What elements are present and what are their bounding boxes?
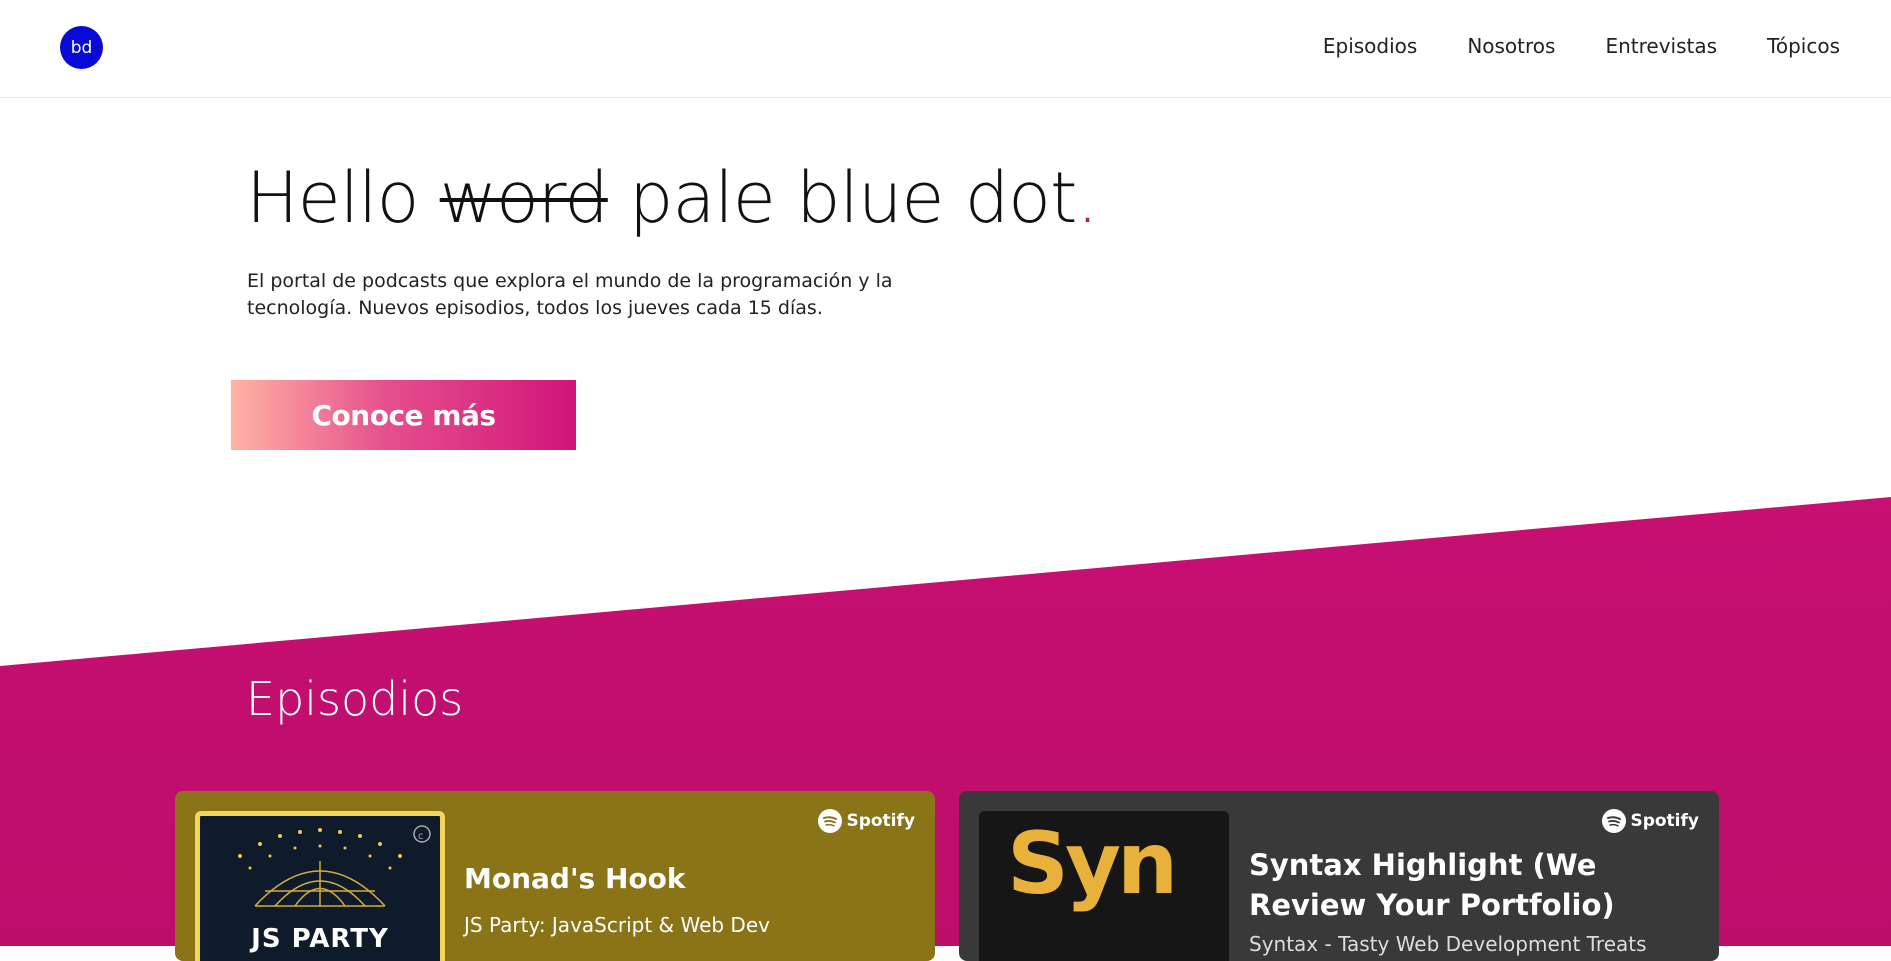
spotify-badge[interactable]: Spotify (818, 809, 915, 833)
hero-title-prefix: Hello (246, 157, 419, 239)
logo[interactable]: bd (60, 26, 103, 69)
nav-topicos[interactable]: Tópicos (1767, 34, 1840, 58)
hero-title-main: pale blue dot (629, 157, 1077, 239)
cover-title: JS PARTY (251, 924, 389, 954)
episode-podcast-name: Syntax - Tasty Web Development Treats (1249, 932, 1647, 956)
nav-nosotros[interactable]: Nosotros (1467, 34, 1555, 58)
logo-text: bd (70, 37, 93, 58)
episode-cover: Syn (979, 811, 1229, 961)
site-header: bd Episodios Nosotros Entrevistas Tópico… (0, 0, 1891, 98)
spotify-icon (818, 809, 843, 833)
spotify-label: Spotify (846, 811, 915, 831)
hero-description: El portal de podcasts que explora el mun… (247, 270, 893, 319)
nav-episodios[interactable]: Episodios (1323, 34, 1417, 58)
episode-card[interactable]: c JS PARTY Spotify Monad's Hook JS Party… (175, 791, 935, 961)
spotify-badge[interactable]: Spotify (1602, 809, 1699, 833)
main-nav: Episodios Nosotros Entrevistas Tópicos (1323, 34, 1840, 58)
nav-entrevistas[interactable]: Entrevistas (1605, 34, 1717, 58)
hero-title: Hello word pale blue dot. (246, 150, 1099, 246)
episode-cover: c JS PARTY (195, 811, 445, 961)
episode-podcast-name: JS Party: JavaScript & Web Dev (464, 913, 770, 937)
globe-icon: c (238, 825, 431, 907)
spotify-label: Spotify (1630, 811, 1699, 831)
svg-text:c: c (418, 831, 424, 842)
episode-title: Monad's Hook (464, 862, 686, 895)
episode-card[interactable]: Syn Spotify Syntax Highlight (We Review … (959, 791, 1719, 961)
hero-title-strike: word (439, 157, 609, 239)
conoce-mas-button[interactable]: Conoce más (231, 380, 576, 450)
episode-title: Syntax Highlight (We Review Your Portfol… (1249, 848, 1615, 922)
hero-title-dot: . (1076, 157, 1098, 239)
episodes-section-title: Episodios (246, 672, 464, 726)
spotify-icon (1602, 809, 1627, 833)
cover-title: Syn (1007, 814, 1178, 914)
